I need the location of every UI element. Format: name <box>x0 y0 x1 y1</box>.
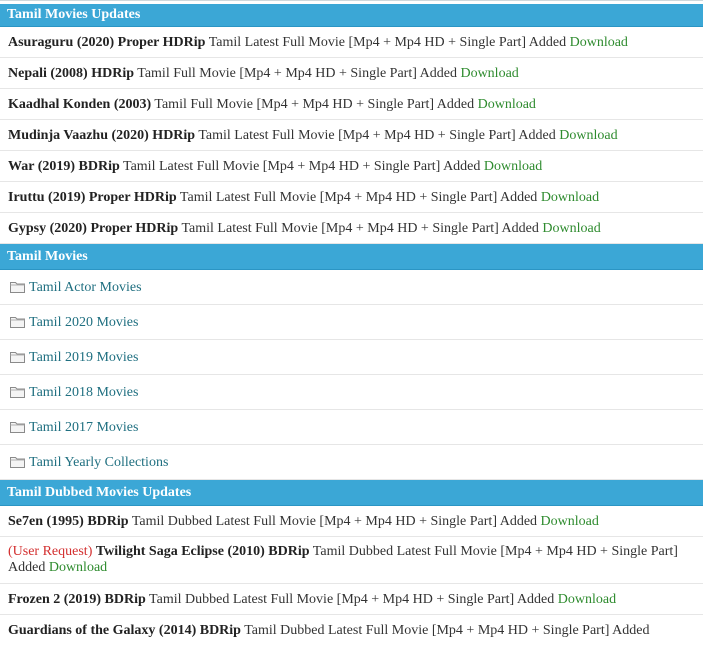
list-item[interactable]: Gypsy (2020) Proper HDRip Tamil Latest F… <box>0 213 703 244</box>
list-item[interactable]: Frozen 2 (2019) BDRip Tamil Dubbed Lates… <box>0 584 703 615</box>
movie-desc: Tamil Full Movie [Mp4 + Mp4 HD + Single … <box>137 66 457 81</box>
movie-desc: Tamil Dubbed Latest Full Movie [Mp4 + Mp… <box>131 514 538 529</box>
download-link[interactable]: Download <box>559 128 617 143</box>
user-request-tag: (User Request) <box>8 544 93 559</box>
download-link[interactable]: Download <box>49 560 107 575</box>
movie-desc: Tamil Latest Full Movie [Mp4 + Mp4 HD + … <box>123 159 481 174</box>
download-link[interactable]: Download <box>478 97 536 112</box>
download-link[interactable]: Download <box>484 159 542 174</box>
top-divider <box>0 0 703 1</box>
category-item-yearly-collections[interactable]: Tamil Yearly Collections <box>0 445 703 480</box>
category-label[interactable]: Tamil 2019 Movies <box>29 350 138 365</box>
folder-icon <box>10 317 25 328</box>
movie-title[interactable]: Guardians of the Galaxy (2014) BDRip <box>8 623 241 638</box>
section-header-dubbed: Tamil Dubbed Movies Updates <box>0 480 703 506</box>
page: Tamil Movies Updates Asuraguru (2020) Pr… <box>0 0 703 645</box>
movie-desc: Tamil Dubbed Latest Full Movie [Mp4 + Mp… <box>244 623 650 638</box>
folder-icon <box>10 422 25 433</box>
category-label[interactable]: Tamil 2018 Movies <box>29 385 138 400</box>
movie-desc: Tamil Full Movie [Mp4 + Mp4 HD + Single … <box>154 97 475 112</box>
list-item[interactable]: (User Request) Twilight Saga Eclipse (20… <box>0 537 703 584</box>
category-label[interactable]: Tamil 2017 Movies <box>29 420 138 435</box>
movie-title[interactable]: Iruttu (2019) Proper HDRip <box>8 190 177 205</box>
folder-icon <box>10 457 25 468</box>
movie-desc: Tamil Dubbed Latest Full Movie [Mp4 + Mp… <box>149 592 555 607</box>
movie-desc: Tamil Latest Full Movie [Mp4 + Mp4 HD + … <box>208 35 567 50</box>
section-header-updates: Tamil Movies Updates <box>0 4 703 27</box>
download-link[interactable]: Download <box>541 514 599 529</box>
category-label[interactable]: Tamil Yearly Collections <box>29 455 168 470</box>
folder-icon <box>10 387 25 398</box>
download-link[interactable]: Download <box>542 221 600 236</box>
category-label[interactable]: Tamil 2020 Movies <box>29 315 138 330</box>
category-item-2019-movies[interactable]: Tamil 2019 Movies <box>0 340 703 375</box>
movie-title[interactable]: Frozen 2 (2019) BDRip <box>8 592 146 607</box>
list-item[interactable]: War (2019) BDRip Tamil Latest Full Movie… <box>0 151 703 182</box>
folder-icon <box>10 282 25 293</box>
list-item[interactable]: Guardians of the Galaxy (2014) BDRip Tam… <box>0 615 703 645</box>
category-item-2018-movies[interactable]: Tamil 2018 Movies <box>0 375 703 410</box>
movie-title[interactable]: Gypsy (2020) Proper HDRip <box>8 221 178 236</box>
section-header-movies: Tamil Movies <box>0 244 703 270</box>
list-item[interactable]: Kaadhal Konden (2003) Tamil Full Movie [… <box>0 89 703 120</box>
list-item[interactable]: Se7en (1995) BDRip Tamil Dubbed Latest F… <box>0 506 703 537</box>
movie-title[interactable]: War (2019) BDRip <box>8 159 120 174</box>
movie-desc: Tamil Latest Full Movie [Mp4 + Mp4 HD + … <box>198 128 556 143</box>
category-item-2017-movies[interactable]: Tamil 2017 Movies <box>0 410 703 445</box>
movie-title[interactable]: Asuraguru (2020) Proper HDRip <box>8 35 205 50</box>
movie-title[interactable]: Twilight Saga Eclipse (2010) BDRip <box>96 544 310 559</box>
movie-title[interactable]: Mudinja Vaazhu (2020) HDRip <box>8 128 195 143</box>
list-item[interactable]: Nepali (2008) HDRip Tamil Full Movie [Mp… <box>0 58 703 89</box>
movie-title[interactable]: Kaadhal Konden (2003) <box>8 97 151 112</box>
download-link[interactable]: Download <box>558 592 616 607</box>
folder-icon <box>10 352 25 363</box>
list-item[interactable]: Asuraguru (2020) Proper HDRip Tamil Late… <box>0 27 703 58</box>
movie-title[interactable]: Se7en (1995) BDRip <box>8 514 129 529</box>
download-link[interactable]: Download <box>460 66 518 81</box>
category-label[interactable]: Tamil Actor Movies <box>29 280 142 295</box>
list-item[interactable]: Mudinja Vaazhu (2020) HDRip Tamil Latest… <box>0 120 703 151</box>
category-item-actor-movies[interactable]: Tamil Actor Movies <box>0 270 703 305</box>
movie-desc: Tamil Latest Full Movie [Mp4 + Mp4 HD + … <box>179 190 538 205</box>
category-item-2020-movies[interactable]: Tamil 2020 Movies <box>0 305 703 340</box>
movie-title[interactable]: Nepali (2008) HDRip <box>8 66 134 81</box>
movie-desc: Tamil Latest Full Movie [Mp4 + Mp4 HD + … <box>181 221 539 236</box>
download-link[interactable]: Download <box>570 35 628 50</box>
download-link[interactable]: Download <box>541 190 599 205</box>
list-item[interactable]: Iruttu (2019) Proper HDRip Tamil Latest … <box>0 182 703 213</box>
